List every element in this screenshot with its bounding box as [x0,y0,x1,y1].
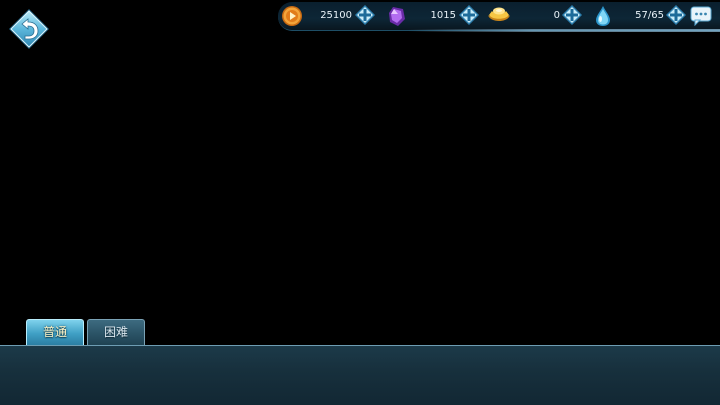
chat-button[interactable] [690,6,712,27]
chat-bubble-icon [690,6,712,27]
gold-value: 25100 [320,10,352,21]
plus-icon [562,5,582,25]
tab-hard[interactable]: 困难 [87,319,145,345]
add-crystal-button[interactable] [459,5,479,25]
plus-icon [666,5,686,25]
add-ingot-button[interactable] [562,5,582,25]
add-stamina-button[interactable] [666,5,686,25]
tab-normal[interactable]: 普通 [26,319,84,345]
add-gold-button[interactable] [355,5,375,25]
game-screen: 25100 1015 0 57/65 普通 困难 [0,0,720,405]
plus-icon [459,5,479,25]
crystal-value: 1015 [430,10,456,21]
stage-list-panel [0,345,720,405]
ingot-value: 0 [553,10,560,21]
stamina-value: 57/65 [635,10,664,21]
back-arrow-icon [9,9,49,49]
back-button[interactable] [8,8,50,50]
gold-ingot-icon [486,5,512,27]
stamina-drop-icon [592,5,614,27]
plus-icon [355,5,375,25]
